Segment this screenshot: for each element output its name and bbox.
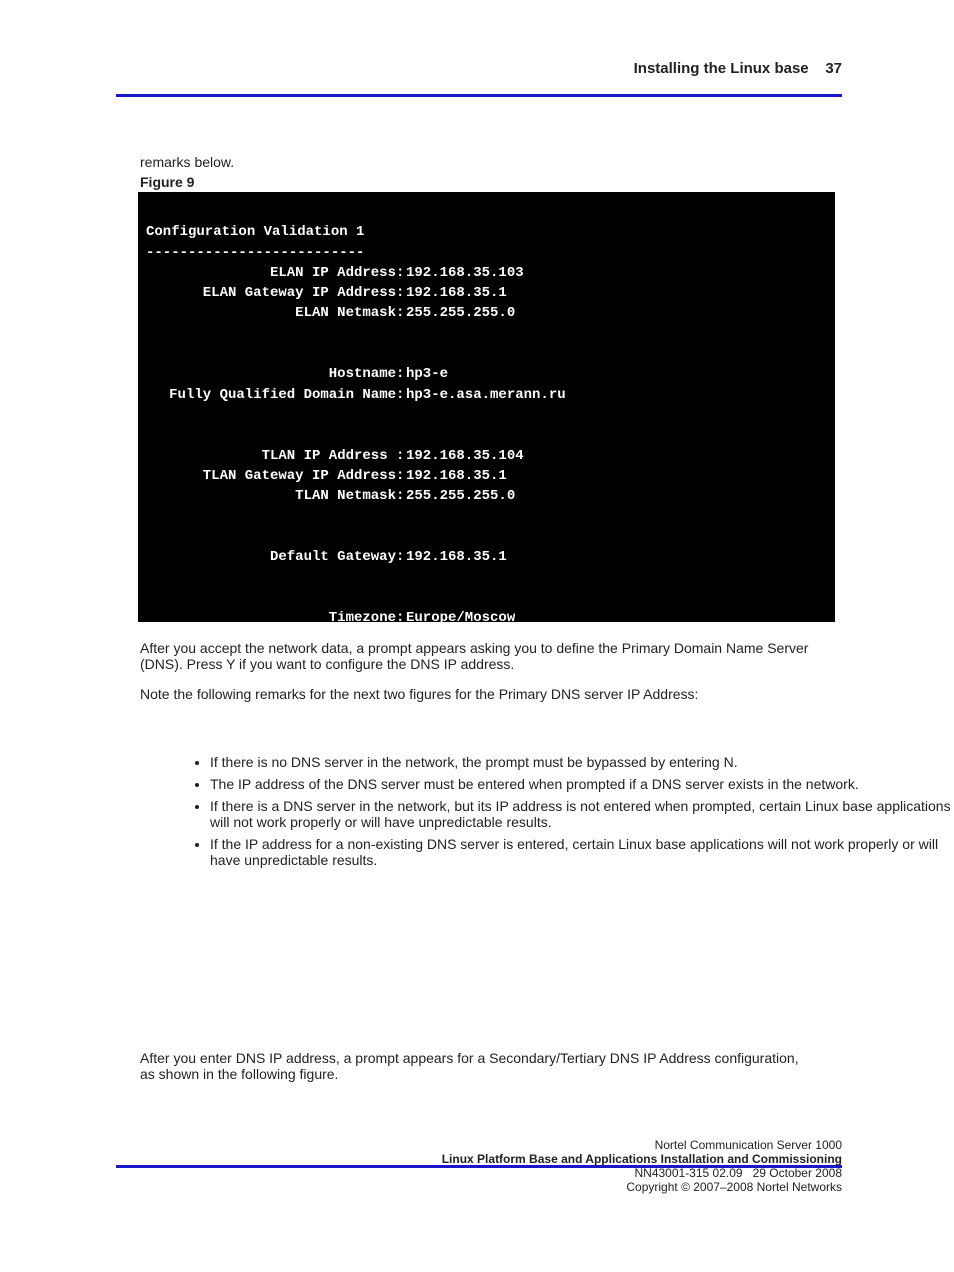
- row-label: Hostname: [146, 364, 396, 384]
- row-label: TLAN IP Address: [146, 446, 396, 466]
- list-item: If there is a DNS server in the network,…: [210, 798, 954, 830]
- row-val: 255.255.255.0: [406, 486, 827, 506]
- footer-copyright: Copyright © 2007–2008 Nortel Networks: [116, 1180, 842, 1194]
- note-lead: Note the following remarks for the next …: [140, 686, 814, 702]
- row-val: 192.168.35.1: [406, 547, 827, 567]
- row-label: ELAN Gateway IP Address: [146, 283, 396, 303]
- list-item: If the IP address for a non-existing DNS…: [210, 836, 954, 868]
- footer-strong: Linux Platform Base and Applications Ins…: [442, 1152, 842, 1166]
- remark-text: remarks below.: [140, 154, 234, 170]
- row-val: 192.168.35.1: [406, 466, 827, 486]
- row-val: hp3-e.asa.merann.ru: [406, 385, 827, 405]
- row-val: 192.168.35.104: [406, 446, 827, 466]
- footer-left: Nortel Communication Server 1000: [116, 1138, 842, 1152]
- row-label: TLAN Gateway IP Address: [146, 466, 396, 486]
- top-divider: [116, 94, 842, 97]
- row-label: Timezone: [146, 608, 396, 628]
- row-val: Europe/Moscow: [406, 608, 827, 628]
- page-number: 37: [825, 60, 842, 77]
- terminal-screenshot: Configuration Validation 1 -------------…: [138, 192, 835, 622]
- footer: Nortel Communication Server 1000 Linux P…: [116, 1138, 842, 1194]
- row-val: 192.168.35.103: [406, 263, 827, 283]
- row-label: ELAN IP Address: [146, 263, 396, 283]
- list-item: The IP address of the DNS server must be…: [210, 776, 954, 792]
- row-label: TLAN Netmask: [146, 486, 396, 506]
- row-val: 255.255.255.0: [406, 303, 827, 323]
- term-divider: --------------------------: [146, 245, 364, 261]
- footer-docnum: NN43001-315 02.09: [634, 1166, 742, 1180]
- list-item: If there is no DNS server in the network…: [210, 754, 954, 770]
- row-val: hp3-e: [406, 364, 827, 384]
- row-val: 192.168.35.1: [406, 283, 827, 303]
- after-figure-text: After you accept the network data, a pro…: [140, 640, 814, 672]
- notes-list: If there is no DNS server in the network…: [170, 754, 954, 874]
- term-title: Configuration Validation 1: [146, 224, 364, 240]
- row-label: Fully Qualified Domain Name: [146, 385, 396, 405]
- footer-date: 29 October 2008: [753, 1166, 842, 1180]
- row-label: Default Gateway: [146, 547, 396, 567]
- row-label: ELAN Netmask: [146, 303, 396, 323]
- dns-confirm-text: After you enter DNS IP address, a prompt…: [140, 1050, 814, 1082]
- section-title: Installing the Linux base: [634, 60, 809, 77]
